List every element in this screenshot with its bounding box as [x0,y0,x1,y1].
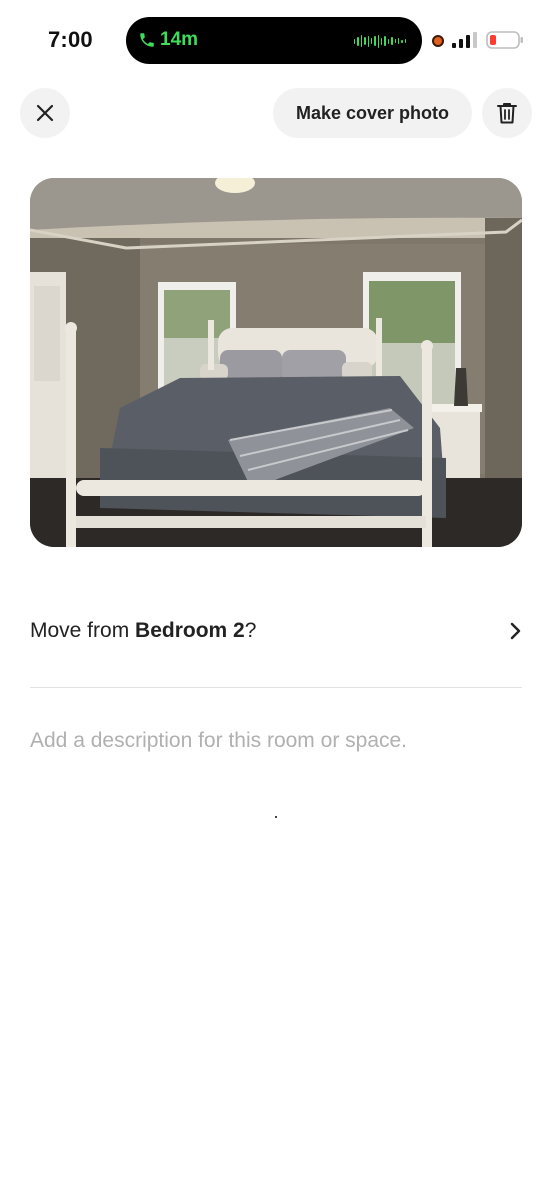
audio-waveform-icon [354,34,406,48]
text-cursor [275,816,277,818]
close-icon [36,104,54,122]
photo-editor-screen: 7:00 14m Make cover photo Move from Bedr… [0,0,552,1200]
status-bar: 7:00 14m [0,0,552,80]
battery-low-icon [486,31,523,49]
recording-indicator-icon [432,35,444,47]
trash-icon [497,103,517,124]
call-duration: 14m [160,29,199,50]
bedroom-photo-image [30,178,522,547]
cellular-signal-icon [452,32,477,48]
move-from-room-row[interactable]: Move from Bedroom 2? [30,600,522,662]
description-input[interactable] [30,716,522,766]
move-from-room-label: Move from Bedroom 2? [30,619,257,642]
make-cover-photo-button[interactable]: Make cover photo [273,88,472,138]
dynamic-island-call-indicator[interactable]: 14m [126,17,422,64]
close-button[interactable] [20,88,70,138]
divider [30,687,522,688]
room-photo[interactable] [30,178,522,547]
chevron-right-icon [510,622,521,640]
current-room-name: Bedroom 2 [135,619,245,642]
delete-photo-button[interactable] [482,88,532,138]
status-time: 7:00 [48,27,93,52]
phone-icon [140,33,154,47]
